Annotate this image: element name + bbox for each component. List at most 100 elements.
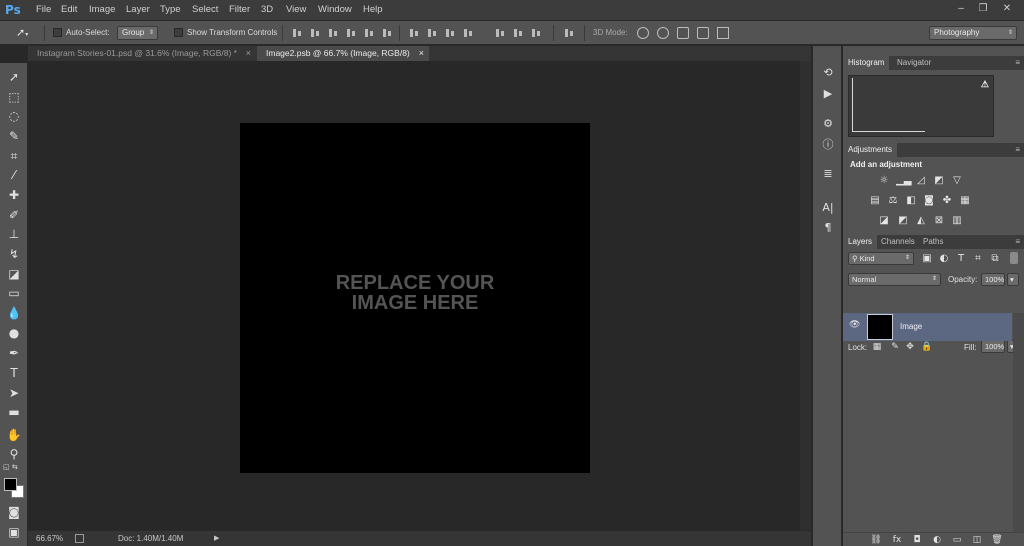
crop-tool-icon[interactable]: ⌗ <box>5 148 23 164</box>
opacity-input[interactable]: 100% <box>981 273 1005 286</box>
lock-position-icon[interactable]: ✥ <box>905 342 915 352</box>
add-mask-icon[interactable]: ◘ <box>911 534 923 546</box>
swap-colors-icon[interactable]: ◱ ⇆ <box>3 463 25 473</box>
levels-icon[interactable]: ▁▃ <box>896 175 911 186</box>
color-balance-icon[interactable]: ⚖ <box>886 195 900 206</box>
zoom-level[interactable]: 66.67% <box>36 534 63 543</box>
eraser-tool-icon[interactable]: ◪ <box>5 266 23 282</box>
menu-help[interactable]: Help <box>363 4 383 15</box>
restore-button[interactable]: ❐ <box>972 2 994 16</box>
adjustment-layer-icon[interactable]: ◐ <box>931 534 943 546</box>
distribute-hcenter-icon[interactable] <box>494 28 506 38</box>
panel-menu-icon[interactable]: ≡ <box>1015 58 1020 67</box>
gradient-tool-icon[interactable]: ▭ <box>5 285 23 301</box>
minimize-button[interactable]: – <box>950 2 972 16</box>
brush-tool-icon[interactable]: ✐ <box>5 207 23 223</box>
threshold-icon[interactable]: ◭ <box>914 215 928 226</box>
posterize-icon[interactable]: ◩ <box>896 215 910 226</box>
tab-close-icon[interactable]: × <box>419 46 424 61</box>
layer-row-image[interactable]: 👁 Image <box>843 313 1012 341</box>
layers-scrollbar[interactable] <box>1013 313 1024 532</box>
brightness-icon[interactable]: ☼ <box>877 175 891 186</box>
align-vcenter-icon[interactable] <box>309 28 321 38</box>
quick-mask-icon[interactable]: ◙ <box>5 504 23 520</box>
lasso-tool-icon[interactable]: ◌ <box>5 108 23 124</box>
layer-style-icon[interactable]: fx <box>891 534 903 546</box>
fill-input[interactable]: 100% <box>981 340 1005 353</box>
warning-icon[interactable]: ⚠ <box>981 79 989 90</box>
tab-close-icon[interactable]: × <box>246 46 251 61</box>
tab-navigator[interactable]: Navigator <box>892 56 936 70</box>
filter-pixel-icon[interactable]: ▣ <box>920 253 934 264</box>
3d-roll-icon[interactable] <box>657 27 669 39</box>
menu-select[interactable]: Select <box>192 4 218 15</box>
distribute-left-icon[interactable] <box>462 28 474 38</box>
quick-select-tool-icon[interactable]: ✎ <box>5 128 23 144</box>
status-menu-arrow-icon[interactable]: ▶ <box>214 534 219 542</box>
lock-all-icon[interactable]: 🔒 <box>921 342 932 352</box>
align-bottom-icon[interactable] <box>327 28 339 38</box>
menu-edit[interactable]: Edit <box>61 4 77 15</box>
filter-adjustment-icon[interactable]: ◐ <box>937 253 951 264</box>
selective-color-icon[interactable]: ⊠ <box>932 215 946 226</box>
invert-icon[interactable]: ◪ <box>877 215 891 226</box>
exposure-icon[interactable]: ◩ <box>932 175 946 186</box>
panel-menu-icon[interactable]: ≡ <box>1015 145 1020 154</box>
properties-panel-icon[interactable]: ≣ <box>821 167 835 181</box>
type-tool-icon[interactable]: T <box>5 365 23 381</box>
align-right-icon[interactable] <box>381 28 393 38</box>
3d-orbit-icon[interactable] <box>637 27 649 39</box>
actions-panel-icon[interactable]: ▶ <box>821 87 835 101</box>
align-hcenter-icon[interactable] <box>363 28 375 38</box>
hue-saturation-icon[interactable]: ▤ <box>868 195 882 206</box>
menu-image[interactable]: Image <box>89 4 115 15</box>
menu-layer[interactable]: Layer <box>126 4 150 15</box>
auto-align-layers-icon[interactable] <box>563 28 575 38</box>
pen-tool-icon[interactable]: ✒ <box>5 345 23 361</box>
info-panel-icon[interactable]: ⓘ <box>821 138 835 152</box>
screen-mode-icon[interactable]: ▣ <box>5 524 23 540</box>
hand-tool-icon[interactable]: ✋ <box>5 427 23 443</box>
filter-shape-icon[interactable]: ⌗ <box>971 253 985 264</box>
close-window-button[interactable]: ✕ <box>996 2 1018 16</box>
auto-select-checkbox[interactable] <box>53 28 62 37</box>
foreground-color-swatch[interactable] <box>4 478 17 491</box>
blur-tool-icon[interactable]: 💧 <box>5 305 23 321</box>
tab-instagram-stories[interactable]: Instagram Stories-01.psd @ 31.6% (Image,… <box>28 46 256 61</box>
tab-image2[interactable]: Image2.psb @ 66.7% (Image, RGB/8) × <box>257 46 429 61</box>
align-left-icon[interactable] <box>345 28 357 38</box>
3d-slide-icon[interactable] <box>697 27 709 39</box>
path-selection-tool-icon[interactable]: ➤ <box>5 385 23 401</box>
auto-select-dropdown[interactable]: Group ⇕ <box>117 26 158 40</box>
dodge-tool-icon[interactable]: ● <box>5 325 23 341</box>
workspace-dropdown[interactable]: Photography ⇕ <box>929 26 1017 40</box>
gradient-map-icon[interactable]: ▥ <box>950 215 964 226</box>
distribute-right-icon[interactable] <box>512 28 524 38</box>
black-white-icon[interactable]: ◧ <box>904 195 918 206</box>
channel-mixer-icon[interactable]: ✤ <box>940 195 954 206</box>
vibrance-icon[interactable]: ▽ <box>950 175 964 186</box>
character-panel-icon[interactable]: A| <box>821 201 835 215</box>
distribute-bottom-icon[interactable] <box>444 28 456 38</box>
3d-scale-icon[interactable] <box>717 27 729 39</box>
curves-icon[interactable]: ◿ <box>914 175 928 186</box>
opacity-arrow-icon[interactable]: ▾ <box>1007 273 1019 286</box>
tab-paths[interactable]: Paths <box>918 235 948 249</box>
color-lookup-icon[interactable]: ▦ <box>958 195 972 206</box>
menu-3d[interactable]: 3D <box>261 4 273 15</box>
visibility-eye-icon[interactable]: 👁 <box>849 320 860 330</box>
tab-histogram[interactable]: Histogram <box>843 56 890 70</box>
history-brush-tool-icon[interactable]: ↯ <box>5 246 23 262</box>
healing-brush-tool-icon[interactable]: ✚ <box>5 187 23 203</box>
filter-toggle[interactable] <box>1010 252 1018 264</box>
menu-type[interactable]: Type <box>160 4 181 15</box>
menu-file[interactable]: File <box>36 4 51 15</box>
filter-smart-object-icon[interactable]: ⧉ <box>988 253 1002 264</box>
blend-mode-dropdown[interactable]: Normal ⇕ <box>848 273 941 286</box>
lock-transparent-icon[interactable]: ▦ <box>872 342 882 352</box>
move-tool-preset-icon[interactable]: ➚▾ <box>16 26 34 40</box>
lock-image-icon[interactable]: ✎ <box>890 342 900 352</box>
new-group-icon[interactable]: ▭ <box>951 534 963 546</box>
filter-type-icon[interactable]: T <box>954 253 968 264</box>
tab-layers[interactable]: Layers <box>843 235 878 249</box>
